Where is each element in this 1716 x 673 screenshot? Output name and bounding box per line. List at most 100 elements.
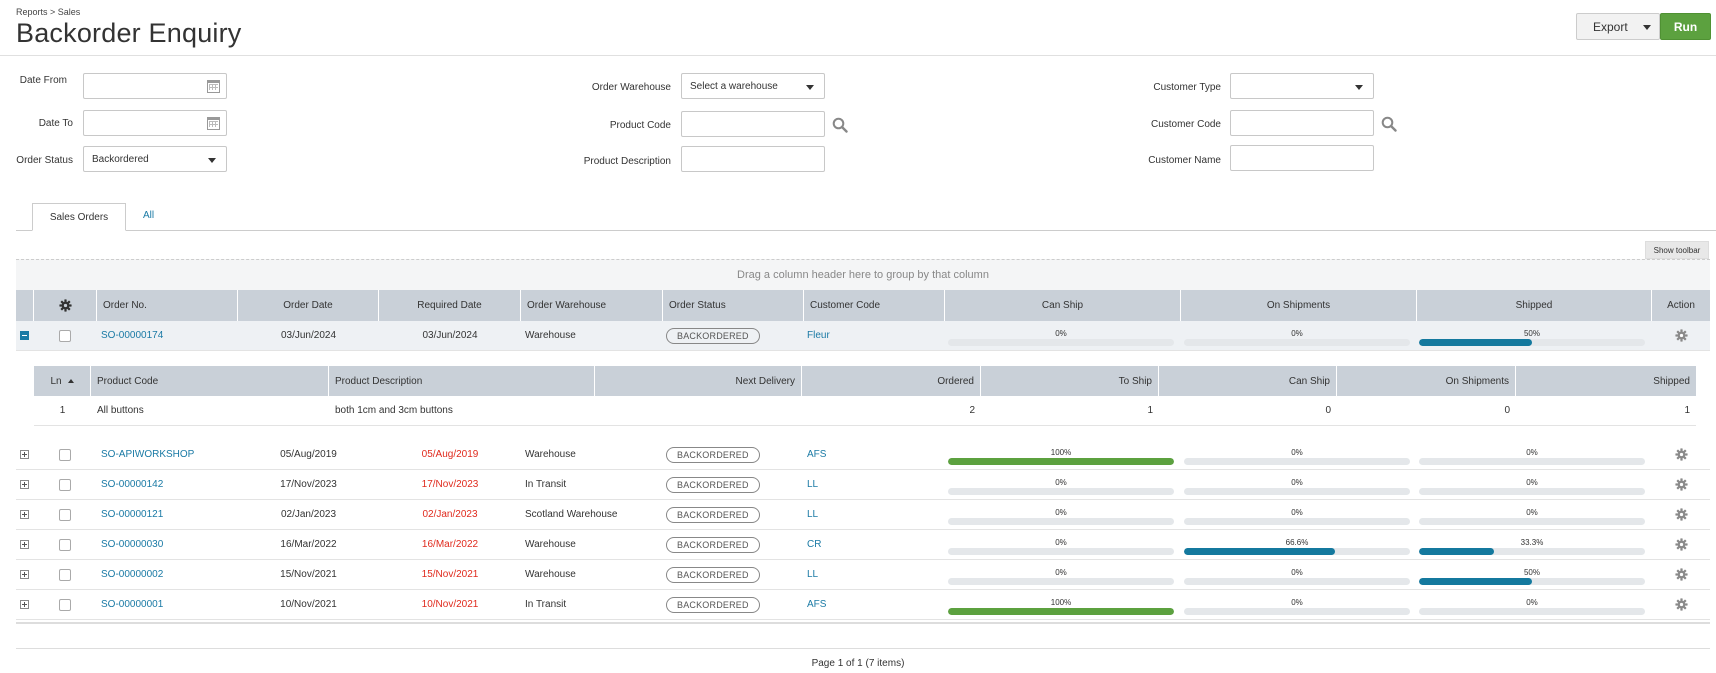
product-code-input[interactable] (681, 111, 825, 137)
tab-sales-orders[interactable]: Sales Orders (32, 203, 126, 231)
on-shipments-progress: 0% (1184, 508, 1410, 525)
customer-code-link[interactable]: AFS (807, 440, 826, 469)
detail-header-next-delivery[interactable]: Next Delivery (595, 366, 802, 396)
table-row[interactable]: SO-APIWORKSHOP 05/Aug/2019 05/Aug/2019 W… (16, 440, 1710, 470)
row-checkbox[interactable] (59, 598, 71, 611)
expand-toggle[interactable] (20, 450, 29, 459)
chevron-down-icon (1355, 85, 1363, 90)
order-date: 15/Nov/2021 (280, 569, 337, 580)
order-no-link[interactable]: SO-00000001 (101, 590, 163, 619)
gear-icon[interactable] (1674, 598, 1688, 611)
customer-code-link[interactable]: Fleur (807, 321, 830, 350)
product-code-label: Product Code (609, 120, 671, 131)
status-badge: BACKORDERED (666, 596, 760, 613)
order-no-link[interactable]: SO-00000002 (101, 560, 163, 589)
row-action[interactable] (1672, 440, 1690, 469)
calendar-icon[interactable] (207, 117, 220, 130)
row-action[interactable] (1672, 560, 1690, 589)
column-header-order-no[interactable]: Order No. (97, 290, 238, 321)
gear-icon[interactable] (58, 299, 72, 312)
gear-icon[interactable] (1674, 329, 1688, 342)
detail-header-product-description[interactable]: Product Description (329, 366, 595, 396)
table-row[interactable]: SO-00000001 10/Nov/2021 10/Nov/2021 In T… (16, 590, 1710, 620)
row-action[interactable] (1672, 590, 1690, 619)
detail-row[interactable]: 1 All buttons both 1cm and 3cm buttons 2… (34, 396, 1696, 426)
detail-header-on-shipments[interactable]: On Shipments (1337, 366, 1516, 396)
column-header-order-date[interactable]: Order Date (238, 290, 379, 321)
customer-type-select[interactable] (1230, 73, 1374, 99)
gear-icon[interactable] (1674, 508, 1688, 521)
detail-header-to-ship[interactable]: To Ship (981, 366, 1159, 396)
column-header-can-ship[interactable]: Can Ship (945, 290, 1181, 321)
row-checkbox[interactable] (59, 329, 71, 342)
row-checkbox[interactable] (59, 478, 71, 491)
search-icon[interactable] (1381, 116, 1397, 132)
column-header-customer-code[interactable]: Customer Code (804, 290, 945, 321)
can-ship-progress: 100% (948, 448, 1174, 465)
table-row[interactable]: SO-00000121 02/Jan/2023 02/Jan/2023 Scot… (16, 500, 1710, 530)
customer-code-input[interactable] (1230, 110, 1374, 136)
row-action[interactable] (1672, 470, 1690, 499)
row-checkbox[interactable] (59, 538, 71, 551)
expand-toggle[interactable] (20, 540, 29, 549)
order-no-link[interactable]: SO-APIWORKSHOP (101, 440, 194, 469)
group-by-drop-area[interactable]: Drag a column header here to group by th… (16, 259, 1710, 290)
detail-header-ordered[interactable]: Ordered (802, 366, 981, 396)
row-action[interactable] (1672, 530, 1690, 559)
order-no-link[interactable]: SO-00000121 (101, 500, 163, 529)
show-toolbar-button[interactable]: Show toolbar (1645, 241, 1709, 259)
tab-all[interactable]: All (143, 210, 154, 221)
product-description-label: Product Description (583, 156, 671, 167)
search-icon[interactable] (832, 117, 848, 133)
row-action[interactable] (1672, 321, 1690, 350)
row-action[interactable] (1672, 500, 1690, 529)
customer-code-link[interactable]: LL (807, 500, 818, 529)
gear-icon[interactable] (1674, 478, 1688, 491)
customer-code-link[interactable]: LL (807, 560, 818, 589)
run-button[interactable]: Run (1660, 13, 1711, 40)
order-no-link[interactable]: SO-00000174 (101, 321, 163, 350)
grid-settings-header[interactable] (34, 290, 97, 321)
expand-toggle[interactable] (20, 570, 29, 579)
chevron-down-icon[interactable] (1643, 25, 1651, 30)
order-no-link[interactable]: SO-00000030 (101, 530, 163, 559)
gear-icon[interactable] (1674, 538, 1688, 551)
customer-name-input[interactable] (1230, 145, 1374, 171)
date-to-input[interactable] (83, 110, 227, 136)
detail-header-can-ship[interactable]: Can Ship (1159, 366, 1337, 396)
column-header-shipped[interactable]: Shipped (1417, 290, 1652, 321)
expand-toggle[interactable] (20, 510, 29, 519)
column-header-order-status[interactable]: Order Status (663, 290, 804, 321)
customer-code-link[interactable]: CR (807, 530, 821, 559)
column-header-order-warehouse[interactable]: Order Warehouse (521, 290, 663, 321)
can-ship-progress: 100% (948, 598, 1174, 615)
collapse-toggle[interactable] (20, 331, 29, 340)
date-from-input[interactable] (83, 73, 227, 99)
expand-toggle[interactable] (20, 600, 29, 609)
column-header-on-shipments[interactable]: On Shipments (1181, 290, 1417, 321)
expand-toggle[interactable] (20, 480, 29, 489)
detail-header-ln[interactable]: Ln (34, 366, 91, 396)
gear-icon[interactable] (1674, 568, 1688, 581)
table-row[interactable]: SO-00000030 16/Mar/2022 16/Mar/2022 Ware… (16, 530, 1710, 560)
order-warehouse-select[interactable]: Select a warehouse (681, 73, 825, 99)
row-checkbox[interactable] (59, 448, 71, 461)
column-header-required-date[interactable]: Required Date (379, 290, 521, 321)
detail-header-product-code[interactable]: Product Code (91, 366, 329, 396)
gear-icon[interactable] (1674, 448, 1688, 461)
table-row[interactable]: SO-00000002 15/Nov/2021 15/Nov/2021 Ware… (16, 560, 1710, 590)
detail-header-shipped[interactable]: Shipped (1516, 366, 1696, 396)
table-row[interactable]: SO-00000174 03/Jun/2024 03/Jun/2024 Ware… (16, 321, 1710, 351)
customer-code-link[interactable]: AFS (807, 590, 826, 619)
export-button[interactable]: Export (1576, 13, 1660, 40)
customer-code-link[interactable]: LL (807, 470, 818, 499)
calendar-icon[interactable] (207, 80, 220, 93)
row-checkbox[interactable] (59, 568, 71, 581)
product-description-input[interactable] (681, 146, 825, 172)
row-checkbox[interactable] (59, 508, 71, 521)
order-no-link[interactable]: SO-00000142 (101, 470, 163, 499)
order-status-select[interactable]: Backordered (83, 146, 227, 172)
status-badge: BACKORDERED (666, 506, 760, 523)
table-row[interactable]: SO-00000142 17/Nov/2023 17/Nov/2023 In T… (16, 470, 1710, 500)
export-label: Export (1593, 19, 1628, 34)
